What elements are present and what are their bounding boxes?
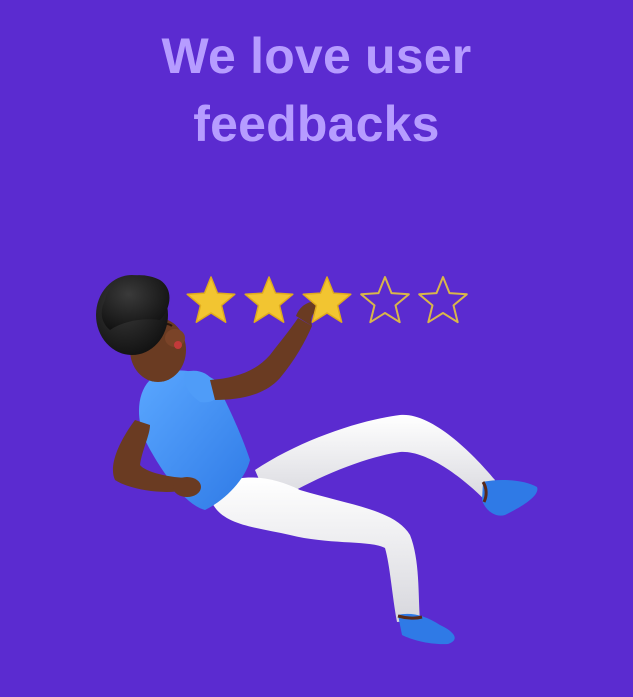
star-filled-icon[interactable] bbox=[302, 276, 352, 323]
star-rating[interactable] bbox=[183, 274, 483, 334]
front-leg bbox=[210, 477, 455, 645]
star-filled-icon[interactable] bbox=[186, 276, 236, 323]
star-outline-icon[interactable] bbox=[360, 276, 410, 324]
feedback-screen: We love user feedbacks bbox=[0, 0, 633, 697]
person-illustration bbox=[96, 275, 538, 645]
head bbox=[96, 275, 186, 382]
star-filled-icon[interactable] bbox=[244, 276, 294, 323]
star-outline-icon[interactable] bbox=[418, 276, 468, 324]
